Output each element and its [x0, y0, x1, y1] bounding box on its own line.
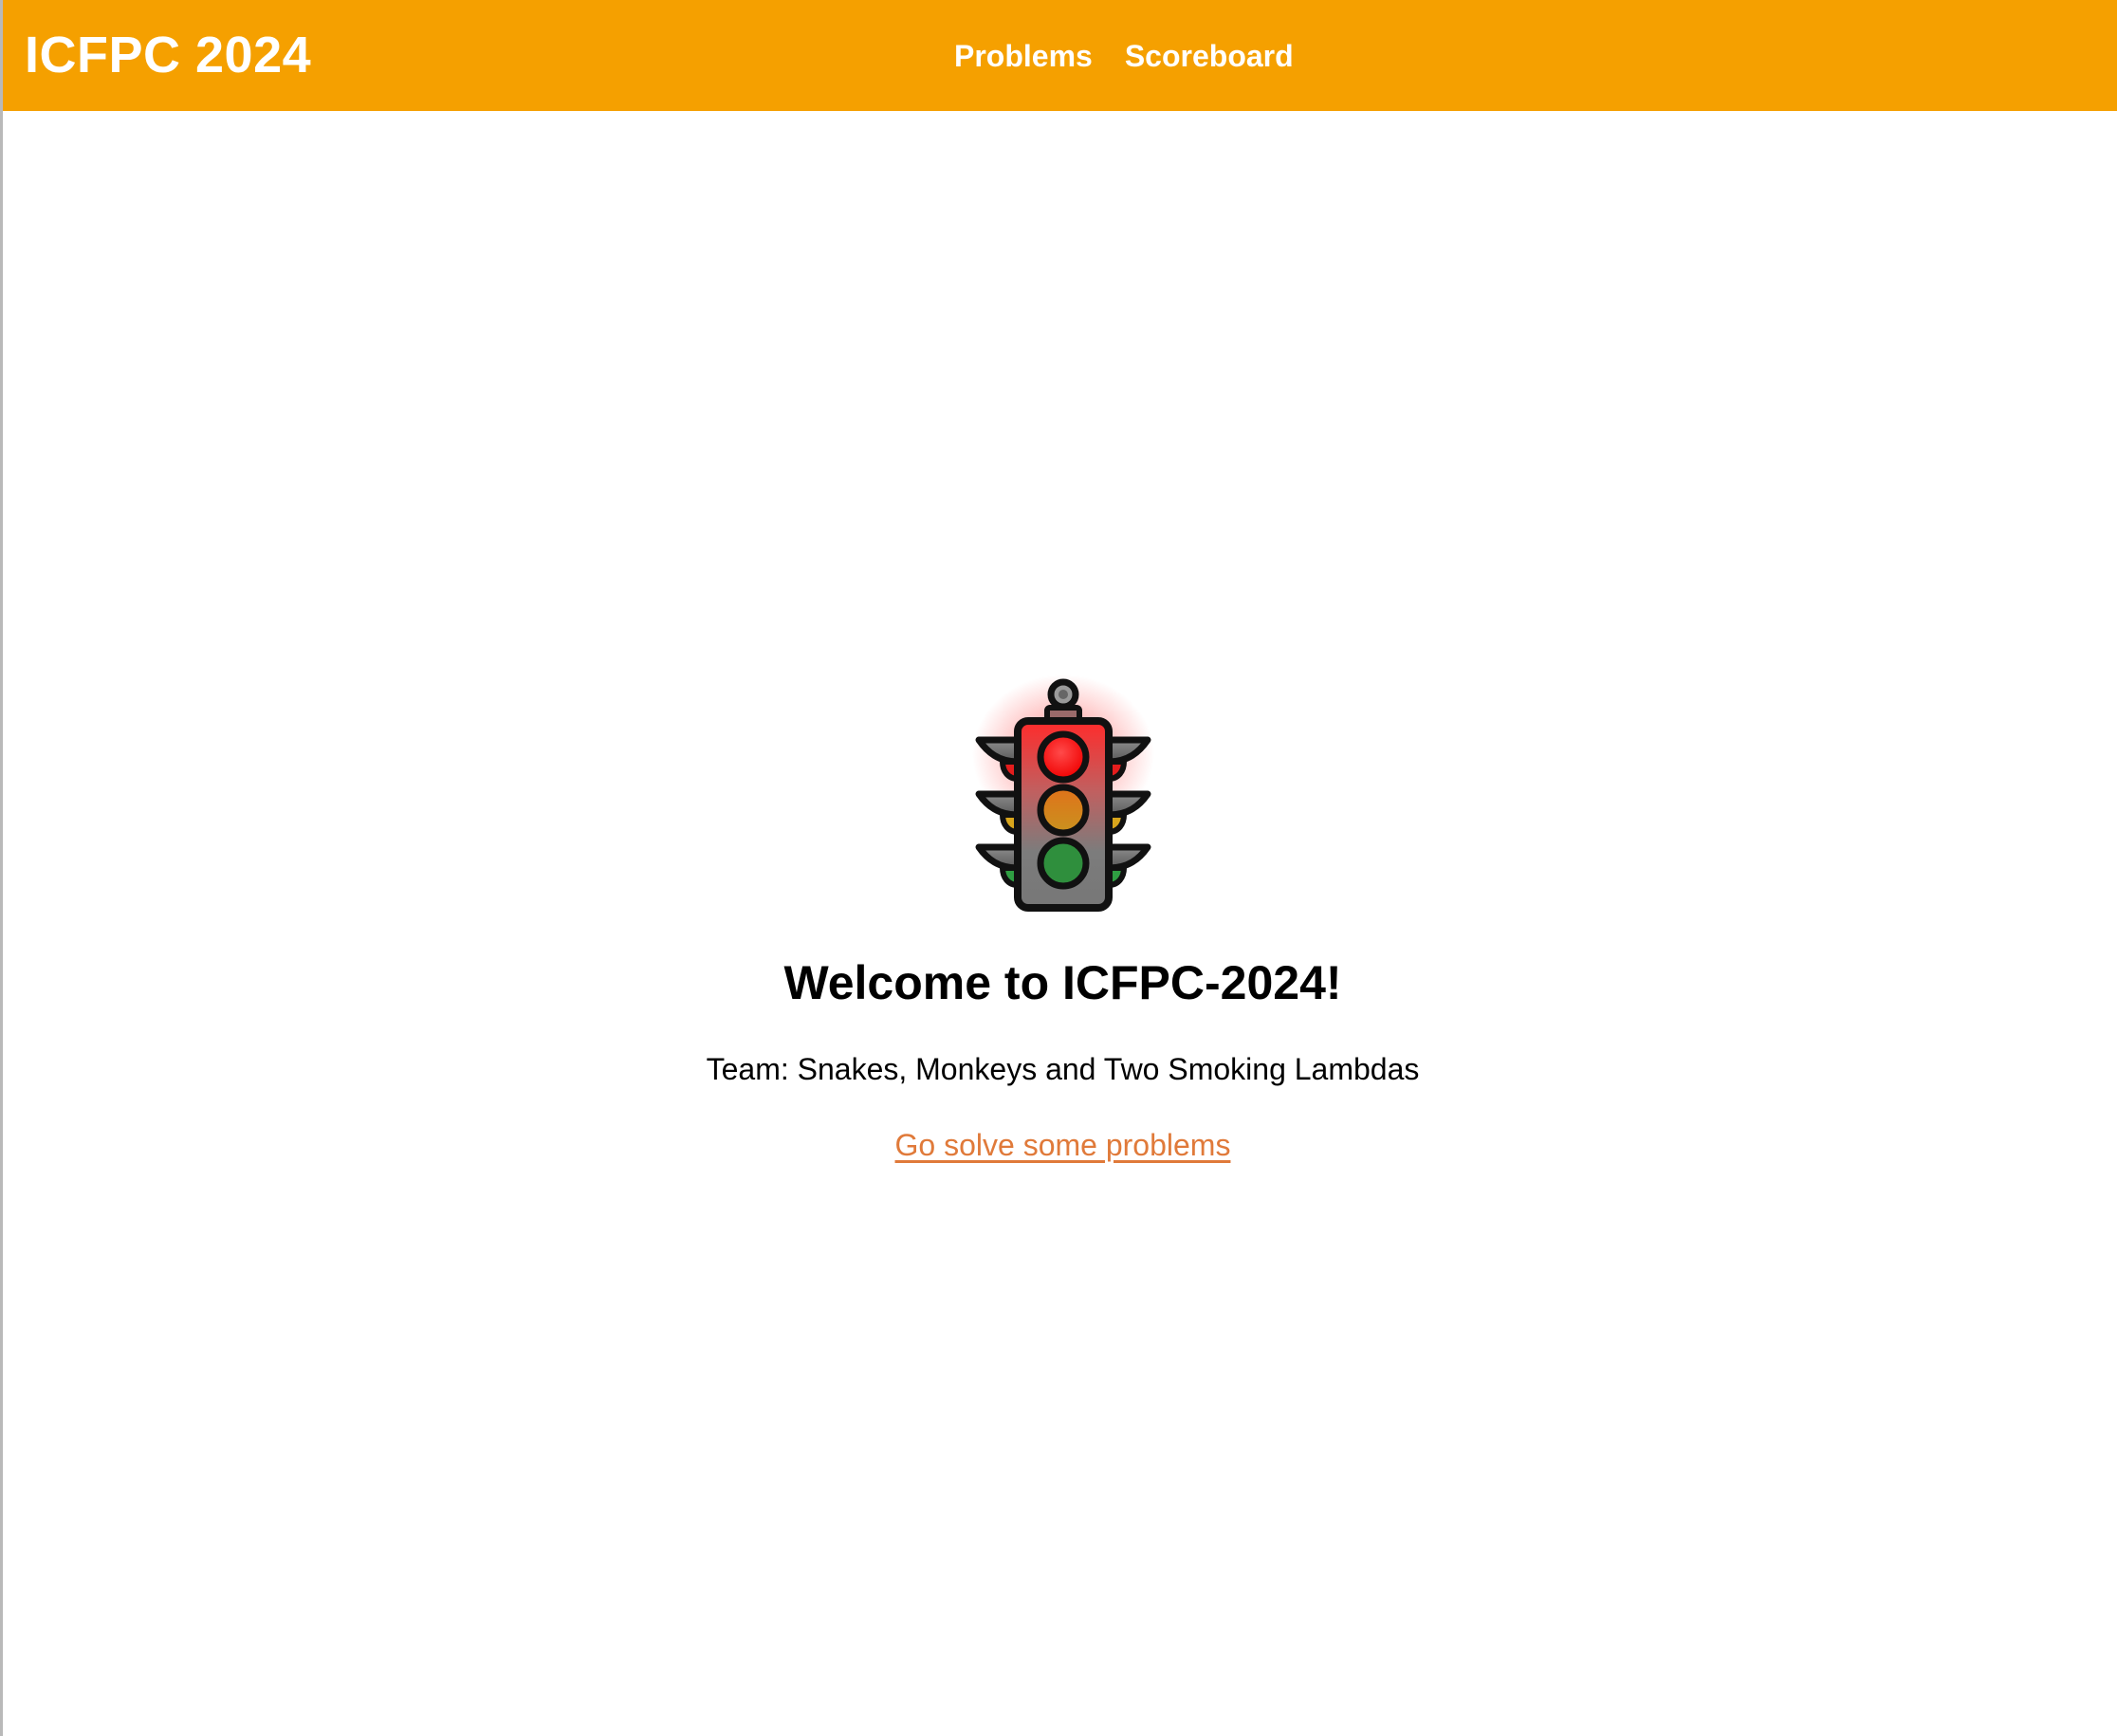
welcome-section: Welcome to ICFPC-2024! Team: Snakes, Mon…	[3, 671, 2117, 1164]
brand-logo-link[interactable]: ICFPC 2024	[25, 25, 311, 85]
main-content: Welcome to ICFPC-2024! Team: Snakes, Mon…	[3, 111, 2117, 1736]
browser-viewport: ICFPC 2024 Problems Scoreboard Welcome t…	[0, 0, 2117, 1736]
traffic-light-icon	[971, 674, 1154, 912]
main-nav: Problems Scoreboard	[954, 36, 1294, 76]
welcome-title: Welcome to ICFPC-2024!	[783, 956, 1342, 1009]
nav-link-scoreboard[interactable]: Scoreboard	[1125, 36, 1294, 76]
go-solve-problems-link[interactable]: Go solve some problems	[895, 1126, 1231, 1164]
top-navigation-bar: ICFPC 2024 Problems Scoreboard	[3, 0, 2117, 111]
team-name-text: Team: Snakes, Monkeys and Two Smoking La…	[706, 1052, 1420, 1086]
nav-link-problems[interactable]: Problems	[954, 36, 1093, 76]
